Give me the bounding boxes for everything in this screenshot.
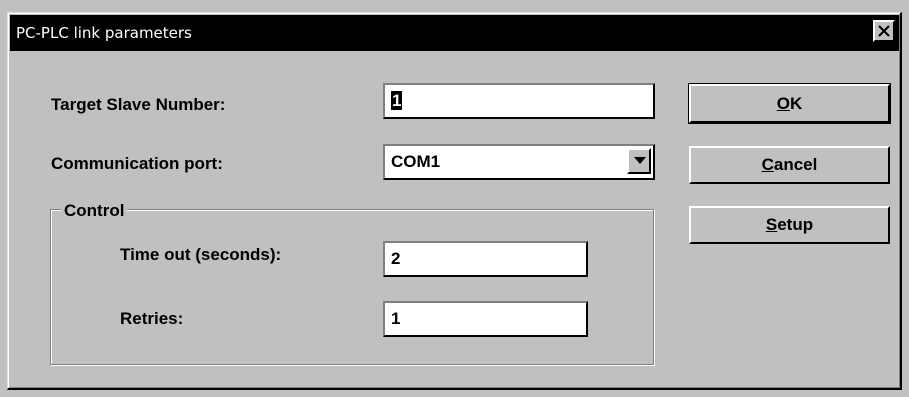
- ok-button[interactable]: OK: [688, 83, 891, 124]
- window-title: PC-PLC link parameters: [16, 24, 192, 42]
- setup-mnemonic: S: [765, 215, 778, 234]
- retries-field[interactable]: 1: [383, 301, 588, 337]
- timeout-field[interactable]: 2: [383, 241, 588, 277]
- close-button[interactable]: [873, 20, 895, 42]
- title-bar[interactable]: PC-PLC link parameters: [10, 15, 899, 51]
- cancel-button[interactable]: Cancel: [689, 146, 890, 184]
- chevron-down-icon: [634, 157, 646, 164]
- retries-label: Retries:: [120, 309, 184, 328]
- control-group-label: Control: [61, 201, 128, 221]
- target-slave-number-value: 1: [391, 91, 403, 110]
- communication-port-dropdown-button[interactable]: [627, 148, 651, 174]
- target-slave-number-label: Target Slave Number:: [51, 95, 226, 114]
- communication-port-select[interactable]: COM1: [383, 144, 655, 180]
- communication-port-label: Communication port:: [51, 154, 223, 173]
- ok-label-rest: K: [789, 94, 803, 113]
- control-groupbox: [50, 209, 654, 365]
- target-slave-number-field[interactable]: 1: [383, 83, 655, 119]
- pc-plc-link-parameters-dialog: PC-PLC link parameters Target Slave Numb…: [7, 12, 902, 390]
- setup-label-rest: etup: [777, 215, 814, 234]
- setup-button[interactable]: Setup: [689, 206, 890, 244]
- timeout-value: 2: [391, 249, 401, 268]
- close-icon: [878, 25, 890, 37]
- cancel-mnemonic: C: [761, 155, 774, 174]
- retries-value: 1: [391, 309, 401, 328]
- timeout-label: Time out (seconds):: [120, 245, 282, 264]
- cancel-label-rest: ancel: [773, 155, 818, 174]
- communication-port-value: COM1: [391, 152, 441, 171]
- ok-mnemonic: O: [776, 94, 790, 113]
